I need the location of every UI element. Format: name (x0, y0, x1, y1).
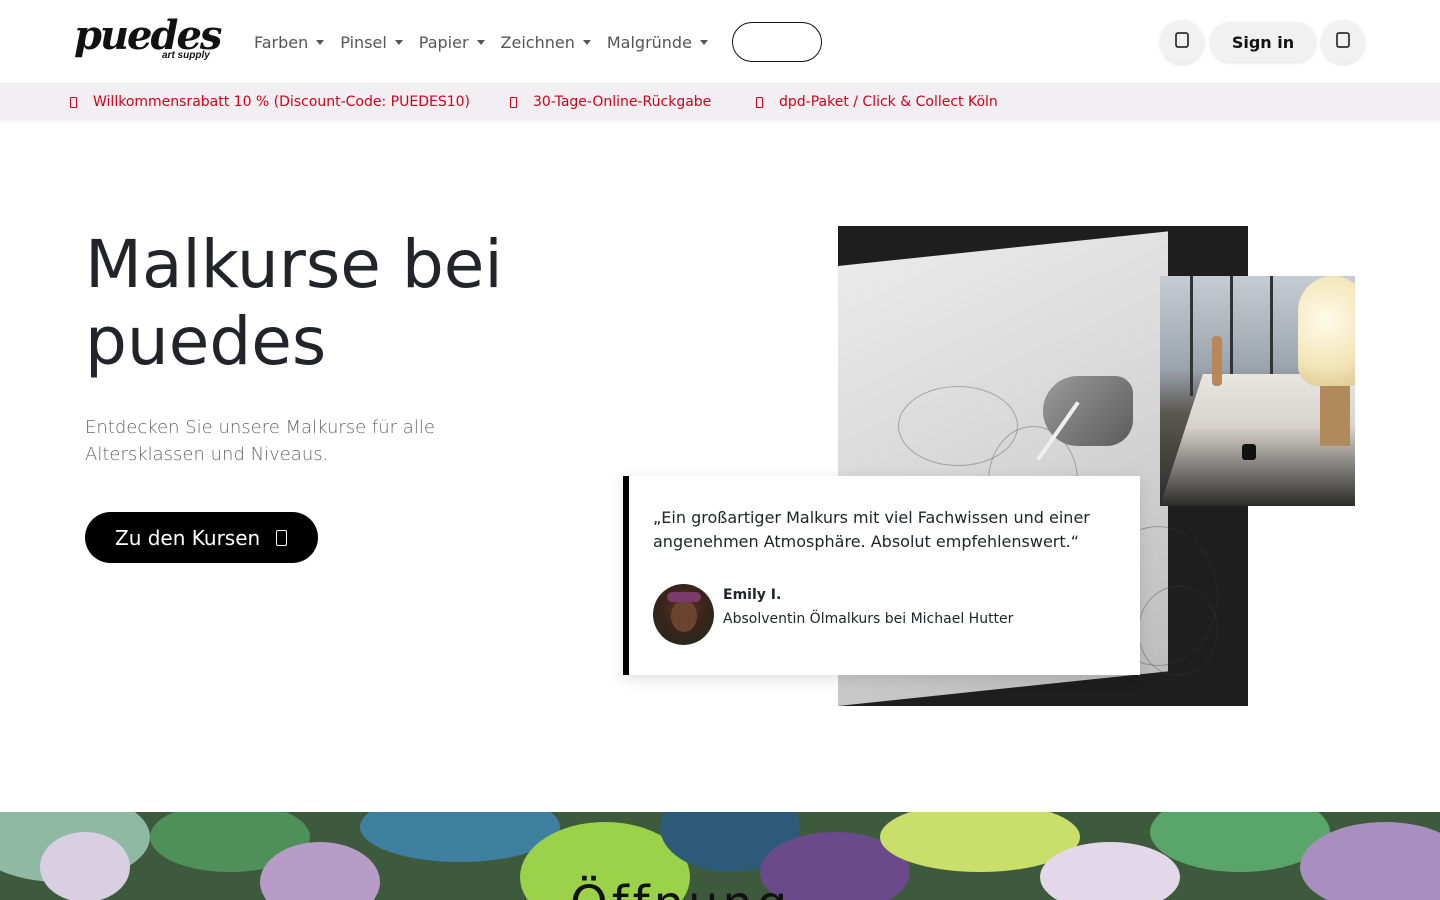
cta-label: Zu den Kursen (115, 525, 261, 550)
wooden-figure-shape (1212, 336, 1222, 386)
window-frame (1190, 276, 1193, 396)
nav-item-zeichnen[interactable]: Zeichnen (501, 30, 591, 54)
truck-icon (756, 96, 763, 108)
promo-item-discount[interactable]: Willkommensrabatt 10 % (Discount-Code: P… (70, 94, 470, 110)
chevron-down-icon (394, 39, 403, 45)
sketch-shape (1138, 586, 1218, 676)
nav-item-label: Papier (418, 32, 469, 52)
site-header: puedes art supply Farben Pinsel Papier Z… (0, 0, 1440, 84)
logo[interactable]: puedes art supply (74, 12, 222, 66)
tag-icon (70, 96, 77, 108)
search-icon (1175, 32, 1189, 52)
avatar (653, 584, 714, 645)
lamp-base-shape (1320, 386, 1350, 446)
nav-item-label: Zeichnen (500, 32, 575, 52)
avatar-headband-shape (667, 592, 701, 602)
nav-item-label: Pinsel (340, 32, 387, 52)
lamp-shape (1298, 276, 1355, 386)
testimonial-quote: „Ein großartiger Malkurs mit viel Fachwi… (653, 508, 1090, 551)
nav-item-label: Malgründe (606, 32, 692, 52)
chevron-down-icon (582, 39, 591, 45)
promo-bar: Willkommensrabatt 10 % (Discount-Code: P… (0, 84, 1440, 120)
testimonial-card: „Ein großartiger Malkurs mit viel Fachwi… (623, 476, 1140, 675)
chevron-down-icon (316, 39, 325, 45)
testimonial-author-role: Absolventin Ölmalkurs bei Michael Hutter (723, 611, 1014, 627)
chevron-down-icon (476, 39, 485, 45)
cart-button[interactable] (1321, 20, 1365, 64)
nav-item-papier[interactable]: Papier (419, 30, 485, 54)
nav-item-farben[interactable]: Farben (254, 30, 325, 54)
hero-subtitle: Entdecken Sie unsere Malkurse für alle A… (85, 417, 435, 465)
avatar-face-shape (671, 600, 697, 632)
testimonial-author: Emily I. (723, 587, 782, 603)
page-title: Malkurse bei puedes (85, 226, 503, 380)
painting-banner: Öffnung (0, 812, 1440, 900)
arrow-right-icon (276, 529, 288, 546)
paint-blob (1040, 842, 1180, 900)
hero-image-studio (1160, 276, 1355, 506)
promo-item-returns[interactable]: 30-Tage-Online-Rückgabe (510, 94, 711, 110)
section-heading: Öffnung (570, 876, 791, 900)
cart-icon (1336, 32, 1350, 52)
nav-item-pinsel[interactable]: Pinsel (340, 30, 403, 54)
nav-item-malgruende[interactable]: Malgründe (607, 30, 708, 54)
sign-in-button[interactable]: Sign in (1210, 22, 1316, 62)
nav-item-label: Farben (254, 32, 309, 52)
courses-cta-button[interactable]: Zu den Kursen (85, 512, 318, 563)
return-icon (510, 96, 517, 108)
ink-bottle-shape (1242, 444, 1256, 460)
chevron-down-icon (699, 39, 708, 45)
promo-item-shipping[interactable]: dpd-Paket / Click & Collect Köln (756, 94, 998, 110)
search-button[interactable] (1160, 20, 1204, 64)
promo-text: 30-Tage-Online-Rückgabe (533, 94, 712, 110)
main-nav: Farben Pinsel Papier Zeichnen Malgründe (254, 30, 724, 54)
promo-text: dpd-Paket / Click & Collect Köln (779, 94, 998, 110)
logo-tagline: art supply (162, 50, 210, 61)
paint-blob (40, 832, 130, 900)
search-input[interactable] (732, 22, 822, 62)
promo-text: Willkommensrabatt 10 % (Discount-Code: P… (93, 94, 470, 110)
